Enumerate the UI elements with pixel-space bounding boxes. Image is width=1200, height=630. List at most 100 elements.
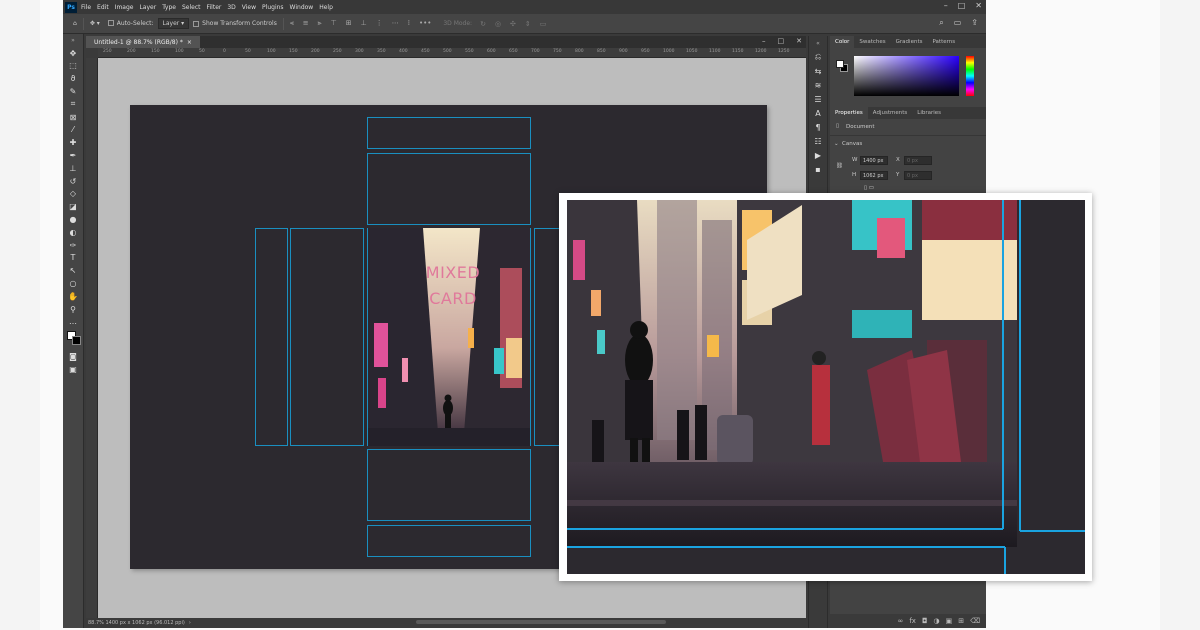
glyphs-panel-icon[interactable]: ☷: [809, 134, 827, 148]
search-icon[interactable]: ⌕: [939, 18, 943, 28]
screen-mode-icon[interactable]: ▣: [63, 363, 83, 376]
color-picker-field[interactable]: [854, 56, 959, 96]
history-panel-icon[interactable]: ⎌: [809, 50, 827, 64]
tab-libraries[interactable]: Libraries: [912, 107, 946, 119]
maximize-button[interactable]: □: [958, 1, 966, 10]
doc-minimize-button[interactable]: –: [762, 37, 766, 45]
height-field[interactable]: 1062 px: [860, 171, 888, 180]
paths-panel-icon[interactable]: ☰: [809, 92, 827, 106]
foreground-color-swatch[interactable]: [836, 60, 844, 68]
3d-drag-icon[interactable]: ✣: [510, 20, 516, 28]
actions-panel-icon[interactable]: ⇆: [809, 64, 827, 78]
collapse-icon[interactable]: »: [63, 34, 83, 47]
crop-tool-icon[interactable]: ⌗: [63, 98, 83, 111]
fx-icon[interactable]: fx: [909, 617, 916, 625]
doc-close-button[interactable]: ✕: [796, 37, 802, 45]
doc-maximize-button[interactable]: □: [778, 37, 785, 45]
hue-slider[interactable]: [966, 56, 974, 96]
menu-help[interactable]: Help: [319, 4, 333, 11]
3d-roll-icon[interactable]: ◎: [495, 20, 501, 28]
align-middle-icon[interactable]: ⊞: [346, 19, 352, 28]
background-swatch[interactable]: [72, 336, 81, 346]
menu-file[interactable]: File: [81, 4, 91, 11]
align-left-icon[interactable]: ⫷: [290, 19, 294, 28]
pen-tool-icon[interactable]: ✑: [63, 239, 83, 252]
character-panel-icon[interactable]: A: [809, 106, 827, 120]
tab-color[interactable]: Color: [830, 36, 855, 48]
lasso-tool-icon[interactable]: ϑ: [63, 72, 83, 85]
menu-window[interactable]: Window: [290, 4, 314, 11]
workspace-icon[interactable]: ▭: [954, 18, 962, 28]
auto-select-checkbox[interactable]: [107, 19, 117, 28]
menu-3d[interactable]: 3D: [227, 4, 235, 11]
align-bottom-icon[interactable]: ⊥: [361, 19, 367, 28]
more-tools-icon[interactable]: …: [63, 316, 83, 329]
menu-type[interactable]: Type: [162, 4, 176, 11]
menu-plugins[interactable]: Plugins: [262, 4, 284, 11]
tab-swatches[interactable]: Swatches: [854, 36, 890, 48]
play-icon[interactable]: ▶: [809, 148, 827, 162]
type-tool-icon[interactable]: T: [63, 252, 83, 265]
layer-dropdown[interactable]: Layer ▾: [157, 18, 190, 29]
close-tab-icon[interactable]: ×: [187, 39, 192, 46]
adjustment-icon[interactable]: ◑: [933, 617, 939, 625]
eyedropper-tool-icon[interactable]: ⁄: [63, 124, 83, 137]
x-field[interactable]: 0 px: [904, 156, 932, 165]
link-icon[interactable]: ⛓: [836, 163, 843, 169]
align-top-icon[interactable]: ⊤: [331, 19, 337, 28]
move-tool-icon[interactable]: ✥: [63, 47, 83, 60]
canvas-chevron-icon[interactable]: ⌄: [834, 141, 839, 147]
document-tab[interactable]: Untitled-1 @ 88.7% (RGB/8) * ×: [86, 36, 200, 48]
width-field[interactable]: 1400 px: [860, 156, 888, 165]
color-swatches[interactable]: [63, 328, 83, 350]
home-icon[interactable]: ⌂: [73, 20, 77, 27]
menu-select[interactable]: Select: [182, 4, 201, 11]
history-brush-icon[interactable]: ↺: [63, 175, 83, 188]
mask-icon[interactable]: ◘: [922, 617, 928, 625]
menu-view[interactable]: View: [242, 4, 256, 11]
menu-image[interactable]: Image: [115, 4, 134, 11]
y-field[interactable]: 0 px: [904, 171, 932, 180]
more-icon[interactable]: •••: [419, 19, 431, 28]
stamp-tool-icon[interactable]: ⊥: [63, 162, 83, 175]
horizontal-scrollbar[interactable]: [416, 620, 666, 624]
gradient-tool-icon[interactable]: ◪: [63, 200, 83, 213]
comments-panel-icon[interactable]: ▪: [809, 162, 827, 176]
dock-collapse-icon[interactable]: «: [809, 36, 827, 50]
link-layers-icon[interactable]: ∞: [897, 617, 903, 625]
brush-panel-icon[interactable]: ≋: [809, 78, 827, 92]
dodge-tool-icon[interactable]: ◐: [63, 226, 83, 239]
marquee-tool-icon[interactable]: ⬚: [63, 60, 83, 73]
close-button[interactable]: ✕: [975, 1, 982, 10]
3d-scale-icon[interactable]: ▭: [540, 20, 547, 28]
path-select-tool-icon[interactable]: ↖: [63, 264, 83, 277]
group-icon[interactable]: ▣: [946, 617, 953, 625]
orientation-icon[interactable]: ▯ ▭: [864, 185, 874, 191]
healing-tool-icon[interactable]: ✚: [63, 136, 83, 149]
distribute-h-icon[interactable]: ⋯: [392, 19, 399, 28]
align-center-icon[interactable]: ≡: [303, 19, 309, 28]
tab-properties[interactable]: Properties: [830, 107, 868, 119]
paragraph-panel-icon[interactable]: ¶: [809, 120, 827, 134]
status-arrow-icon[interactable]: ›: [189, 620, 191, 626]
new-layer-icon[interactable]: ⊞: [958, 617, 964, 625]
quick-mask-icon[interactable]: ◙: [63, 350, 83, 363]
minimize-button[interactable]: –: [944, 1, 948, 10]
eraser-tool-icon[interactable]: ◇: [63, 188, 83, 201]
align-right-icon[interactable]: ⫸: [318, 19, 322, 28]
transform-controls-checkbox[interactable]: [193, 20, 200, 27]
distribute-icon[interactable]: ⋮: [376, 19, 383, 28]
blur-tool-icon[interactable]: ●: [63, 213, 83, 226]
3d-rotate-icon[interactable]: ↻: [480, 20, 486, 28]
frame-tool-icon[interactable]: ⊠: [63, 111, 83, 124]
3d-slide-icon[interactable]: ⇕: [525, 20, 531, 28]
tab-gradients[interactable]: Gradients: [891, 36, 928, 48]
menu-layer[interactable]: Layer: [139, 4, 156, 11]
delete-icon[interactable]: ⌫: [970, 617, 980, 625]
distribute-v-icon[interactable]: ⁞: [408, 19, 410, 28]
magic-wand-tool-icon[interactable]: ✎: [63, 85, 83, 98]
hand-tool-icon[interactable]: ✋: [63, 290, 83, 303]
share-icon[interactable]: ⇪: [971, 18, 978, 28]
move-tool-icon[interactable]: ✥ ▾: [90, 20, 100, 27]
zoom-tool-icon[interactable]: ⚲: [63, 303, 83, 316]
